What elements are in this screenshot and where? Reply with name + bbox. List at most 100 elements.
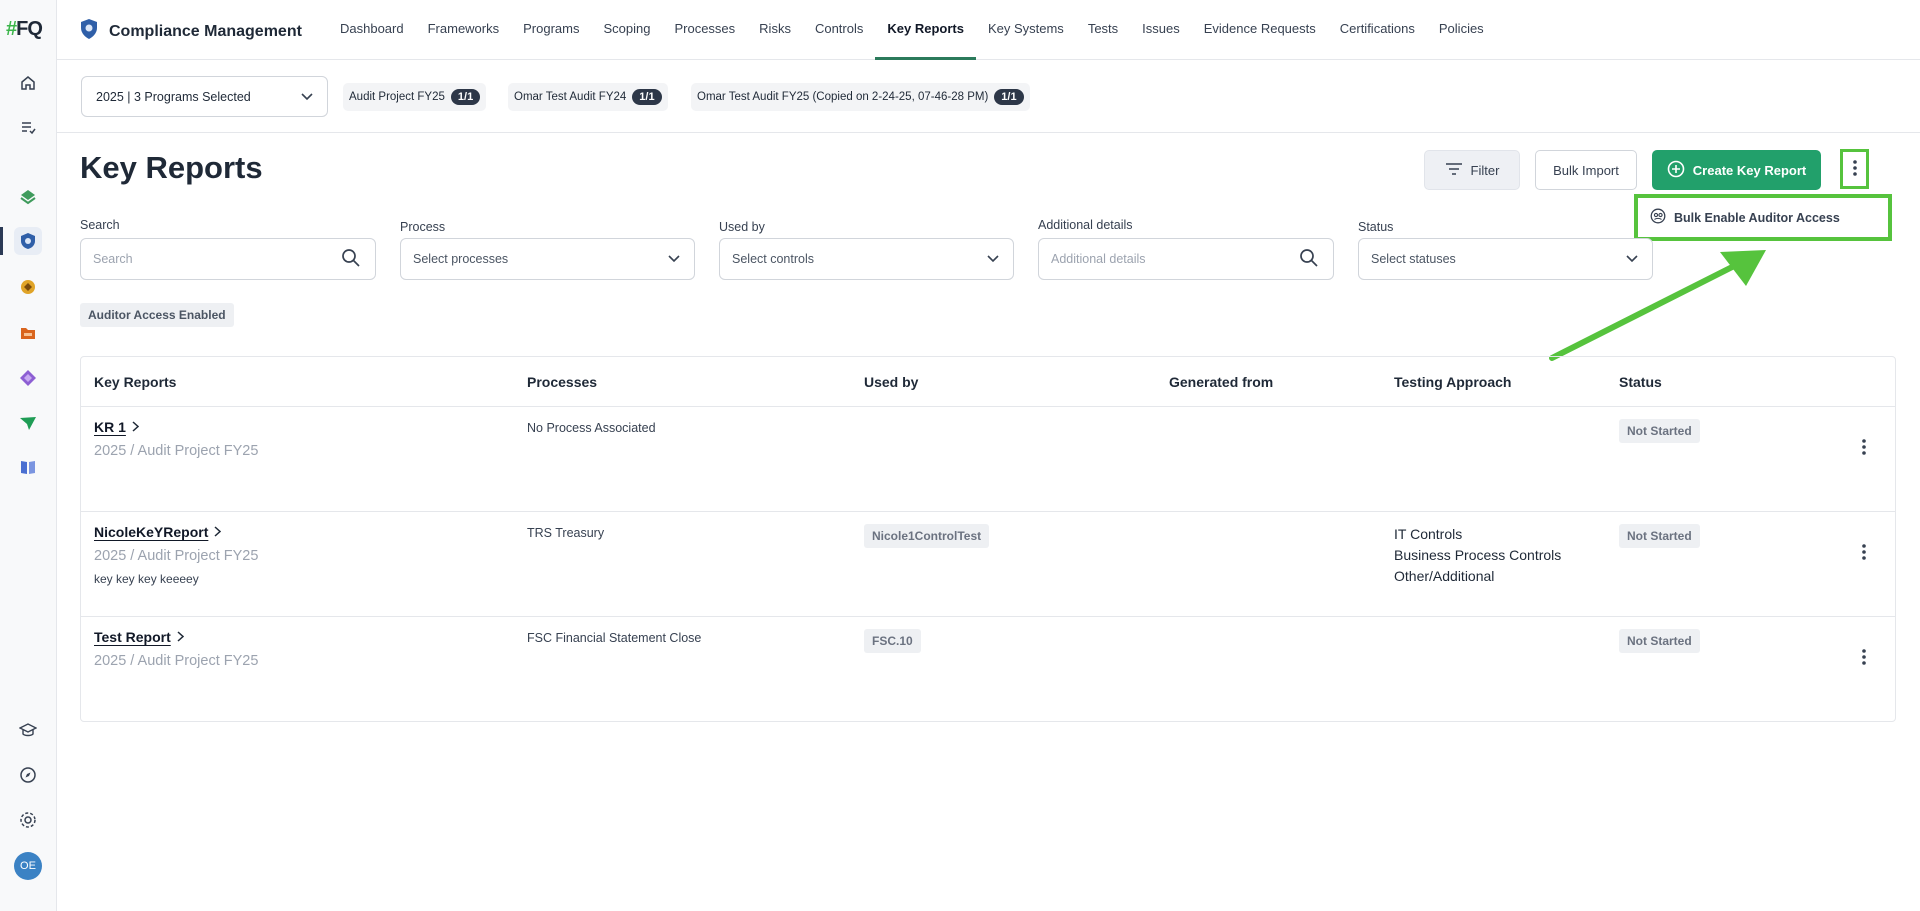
used-by-tag[interactable]: Nicole1ControlTest [864, 524, 990, 548]
search-input[interactable] [93, 252, 313, 266]
chevron-right-icon [132, 419, 140, 435]
chevron-right-icon [177, 629, 184, 645]
nav-tabs: Dashboard Frameworks Programs Scoping Pr… [328, 0, 1496, 60]
menu-item-label: Bulk Enable Auditor Access [1674, 210, 1840, 225]
nav-tab-issues[interactable]: Issues [1130, 0, 1192, 60]
key-report-description: key key key keeeey [94, 572, 199, 586]
program-selector[interactable]: 2025 | 3 Programs Selected [81, 76, 328, 117]
status-badge: Not Started [1619, 524, 1700, 548]
process-cell: FSC Financial Statement Close [527, 631, 702, 645]
column-header-key-reports[interactable]: Key Reports [94, 357, 176, 407]
program-chip[interactable]: Audit Project FY25 1/1 [343, 83, 487, 111]
key-report-link[interactable]: NicoleKeYReport [94, 524, 222, 540]
brand: Compliance Management [79, 18, 302, 45]
compliance-shield-icon [79, 18, 99, 45]
key-report-link[interactable]: KR 1 [94, 419, 140, 435]
column-header-generated-from[interactable]: Generated from [1169, 357, 1273, 407]
program-selector-value: 2025 | 3 Programs Selected [96, 89, 251, 104]
create-key-report-label: Create Key Report [1692, 162, 1807, 178]
filter-button[interactable]: Filter [1424, 150, 1520, 190]
column-header-used-by[interactable]: Used by [864, 357, 918, 407]
active-filter-tag[interactable]: Auditor Access Enabled [80, 303, 234, 327]
additional-details-input[interactable] [1051, 252, 1271, 266]
nav-tab-policies[interactable]: Policies [1427, 0, 1496, 60]
program-chip-count: 1/1 [632, 89, 662, 105]
bulk-enable-auditor-access-menu-item[interactable]: Bulk Enable Auditor Access [1634, 194, 1892, 241]
row-actions-button[interactable] [1854, 645, 1874, 669]
nav-tab-evidence-requests[interactable]: Evidence Requests [1192, 0, 1328, 60]
nav-tab-scoping[interactable]: Scoping [591, 0, 662, 60]
sidebar: #FQ OE [0, 0, 57, 911]
nav-tab-tests[interactable]: Tests [1076, 0, 1130, 60]
column-header-testing-approach[interactable]: Testing Approach [1394, 357, 1511, 407]
column-header-processes[interactable]: Processes [527, 357, 597, 407]
avatar[interactable]: OE [14, 852, 42, 880]
nav-tab-risks[interactable]: Risks [747, 0, 803, 60]
status-label: Status [1358, 220, 1394, 234]
program-chip-count: 1/1 [450, 89, 481, 105]
nav-tab-dashboard[interactable]: Dashboard [328, 0, 416, 60]
process-select[interactable]: Select processes [400, 238, 695, 280]
used-by-tag[interactable]: FSC.10 [864, 629, 921, 653]
graduation-icon[interactable] [14, 716, 42, 744]
process-select-value: Select processes [413, 252, 509, 266]
row-actions-button[interactable] [1854, 540, 1874, 564]
bulk-import-button[interactable]: Bulk Import [1535, 150, 1637, 190]
table-row[interactable]: NicoleKeYReport 2025 / Audit Project FY2… [81, 512, 1895, 617]
row-actions-button[interactable] [1854, 435, 1874, 459]
tasks-icon[interactable] [14, 113, 42, 141]
status-select-value: Select statuses [1371, 252, 1456, 266]
table-row[interactable]: Test Report 2025 / Audit Project FY25 FS… [81, 617, 1895, 722]
used-by-label: Used by [719, 220, 765, 234]
search-field[interactable] [80, 238, 376, 280]
nav-tab-processes[interactable]: Processes [662, 0, 747, 60]
chevron-down-icon [668, 252, 680, 266]
table-row[interactable]: KR 1 2025 / Audit Project FY25 No Proces… [81, 407, 1895, 512]
filter-icon [1445, 162, 1463, 179]
nav-tab-frameworks[interactable]: Frameworks [416, 0, 512, 60]
program-chip[interactable]: Omar Test Audit FY24 1/1 [508, 83, 668, 111]
chevron-down-icon [301, 90, 313, 104]
key-report-link[interactable]: Test Report [94, 629, 184, 645]
search-icon[interactable] [1299, 248, 1319, 271]
book-icon[interactable] [14, 453, 42, 481]
status-badge: Not Started [1619, 629, 1700, 653]
key-report-path: 2025 / Audit Project FY25 [94, 653, 259, 669]
kebab-icon [1862, 649, 1866, 665]
nav-tab-key-reports[interactable]: Key Reports [875, 0, 976, 60]
testing-approach-cell: IT Controls Business Process Controls Ot… [1394, 524, 1561, 587]
nav-tab-certifications[interactable]: Certifications [1328, 0, 1427, 60]
process-cell: TRS Treasury [527, 526, 605, 540]
app-logo[interactable]: #FQ [6, 18, 43, 41]
home-icon[interactable] [14, 69, 42, 97]
compliance-icon[interactable] [0, 227, 42, 255]
create-key-report-button[interactable]: Create Key Report [1652, 150, 1821, 190]
key-report-path: 2025 / Audit Project FY25 [94, 443, 259, 459]
additional-details-field[interactable] [1038, 238, 1334, 280]
search-icon[interactable] [341, 248, 361, 271]
testing-approach-item: IT Controls [1394, 526, 1463, 542]
key-report-name: KR 1 [94, 419, 126, 435]
used-by-select-value: Select controls [732, 252, 814, 266]
diamond-icon[interactable] [14, 364, 42, 392]
more-options-button[interactable] [1840, 149, 1869, 189]
program-bar: 2025 | 3 Programs Selected Audit Project… [57, 60, 1920, 133]
kebab-icon [1862, 544, 1866, 560]
filter-button-label: Filter [1470, 162, 1500, 178]
layers-icon[interactable] [14, 183, 42, 211]
used-by-select[interactable]: Select controls [719, 238, 1014, 280]
key-reports-table: Key Reports Processes Used by Generated … [80, 356, 1896, 722]
folder-icon[interactable] [14, 319, 42, 347]
nav-tab-key-systems[interactable]: Key Systems [976, 0, 1076, 60]
program-chip[interactable]: Omar Test Audit FY25 (Copied on 2-24-25,… [691, 83, 1030, 111]
status-select[interactable]: Select statuses [1358, 238, 1653, 280]
column-header-status[interactable]: Status [1619, 357, 1662, 407]
send-icon[interactable] [14, 409, 42, 437]
risk-icon[interactable] [14, 273, 42, 301]
gear-icon[interactable] [14, 806, 42, 834]
chevron-right-icon [214, 524, 222, 540]
additional-details-label: Additional details [1038, 218, 1133, 232]
nav-tab-controls[interactable]: Controls [803, 0, 875, 60]
compass-icon[interactable] [14, 761, 42, 789]
nav-tab-programs[interactable]: Programs [511, 0, 591, 60]
